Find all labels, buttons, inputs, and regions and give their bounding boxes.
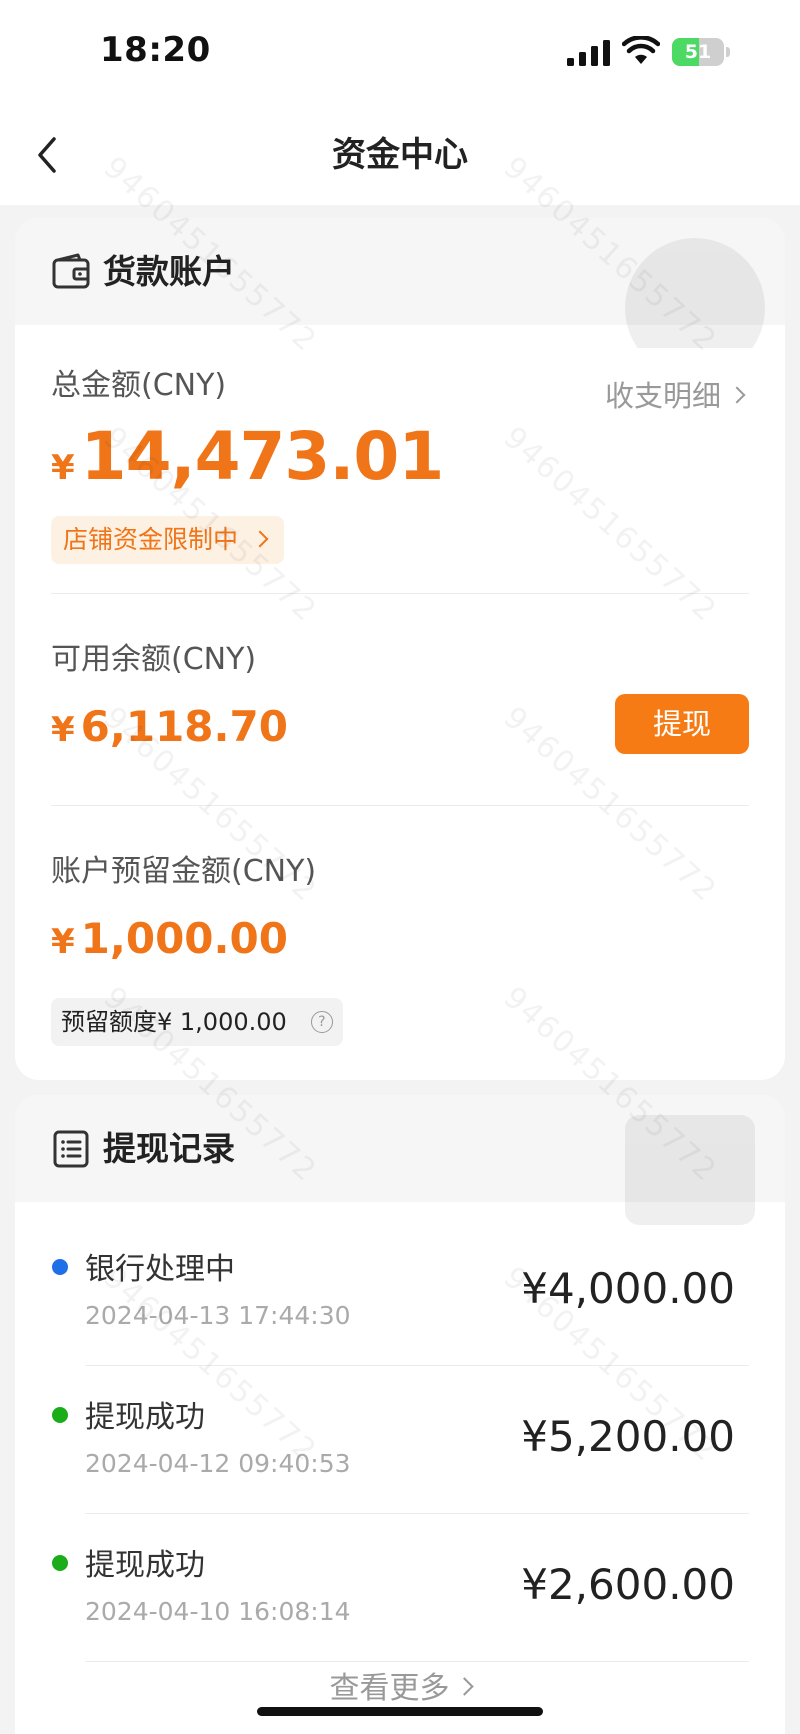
reserve-label: 账户预留金额(CNY) — [51, 854, 317, 889]
record-time: 2024-04-13 17:44:30 — [85, 1301, 351, 1330]
record-item[interactable]: 银行处理中 2024-04-13 17:44:30 ¥4,000.00 — [15, 1218, 785, 1366]
available-amount-value: 6,118.70 — [80, 702, 288, 751]
divider — [51, 593, 749, 594]
total-amount-value: 14,473.01 — [80, 418, 445, 495]
account-card: 货款账户 总金额(CNY) 收支明细 ¥14,473.01 店铺资金限制中 可用… — [15, 218, 785, 1080]
view-more-link[interactable]: 查看更多 — [15, 1663, 785, 1707]
record-item[interactable]: 提现成功 2024-04-10 16:08:14 ¥2,600.00 — [15, 1514, 785, 1662]
withdraw-button[interactable]: 提现 — [615, 694, 749, 754]
records-card-header: 提现记录 — [15, 1095, 785, 1225]
total-label: 总金额(CNY) — [51, 368, 227, 403]
home-indicator[interactable] — [257, 1707, 543, 1716]
list-icon — [53, 1130, 89, 1168]
record-status: 提现成功 — [85, 1548, 205, 1583]
total-amount: ¥14,473.01 — [51, 418, 445, 495]
record-amount: ¥4,000.00 — [521, 1264, 735, 1313]
wifi-icon — [622, 36, 660, 64]
signal-icon — [567, 40, 610, 66]
currency-symbol: ¥ — [51, 922, 75, 962]
income-expense-detail-link[interactable]: 收支明细 — [605, 373, 746, 415]
divider — [51, 805, 749, 806]
available-amount: ¥6,118.70 — [51, 702, 288, 751]
chevron-right-icon — [728, 386, 746, 404]
reserve-amount-value: 1,000.00 — [80, 914, 288, 963]
status-dot — [52, 1555, 68, 1571]
help-icon[interactable]: ? — [310, 1011, 333, 1033]
chevron-right-icon — [251, 530, 269, 548]
wallet-decor-icon — [625, 238, 765, 348]
record-amount: ¥2,600.00 — [521, 1560, 735, 1609]
record-status: 银行处理中 — [85, 1252, 235, 1287]
records-card-title: 提现记录 — [103, 1129, 235, 1168]
record-item[interactable]: 提现成功 2024-04-12 09:40:53 ¥5,200.00 — [15, 1366, 785, 1514]
currency-symbol: ¥ — [51, 448, 75, 488]
page-title: 资金中心 — [332, 135, 468, 175]
reserve-quota-tag: 预留额度¥ 1,000.00 ? — [51, 998, 343, 1046]
wallet-icon — [52, 253, 90, 289]
account-card-header: 货款账户 — [15, 218, 785, 348]
withdrawal-records-card: 提现记录 银行处理中 2024-04-13 17:44:30 ¥4,000.00… — [15, 1095, 785, 1734]
page: 18:20 51 资金中心 货款账户 总金额(CNY) 收支明细 ¥14,473… — [0, 0, 800, 1734]
battery-level: 51 — [684, 41, 712, 63]
status-bar: 18:20 51 — [0, 0, 800, 105]
reserve-amount: ¥1,000.00 — [51, 914, 288, 963]
account-card-title: 货款账户 — [103, 252, 235, 291]
record-time: 2024-04-12 09:40:53 — [85, 1449, 351, 1478]
status-dot — [52, 1259, 68, 1275]
available-label: 可用余额(CNY) — [51, 642, 257, 677]
records-decor-icon — [625, 1115, 755, 1225]
record-status: 提现成功 — [85, 1400, 205, 1435]
record-amount: ¥5,200.00 — [521, 1412, 735, 1461]
status-dot — [52, 1407, 68, 1423]
store-funds-restricted-tag[interactable]: 店铺资金限制中 — [51, 516, 285, 564]
chevron-right-icon — [454, 1677, 474, 1696]
nav-bar: 资金中心 — [0, 105, 800, 205]
currency-symbol: ¥ — [51, 710, 75, 750]
status-time: 18:20 — [100, 30, 211, 70]
battery-icon: 51 — [672, 38, 730, 66]
record-time: 2024-04-10 16:08:14 — [85, 1597, 351, 1626]
divider — [85, 1661, 749, 1662]
